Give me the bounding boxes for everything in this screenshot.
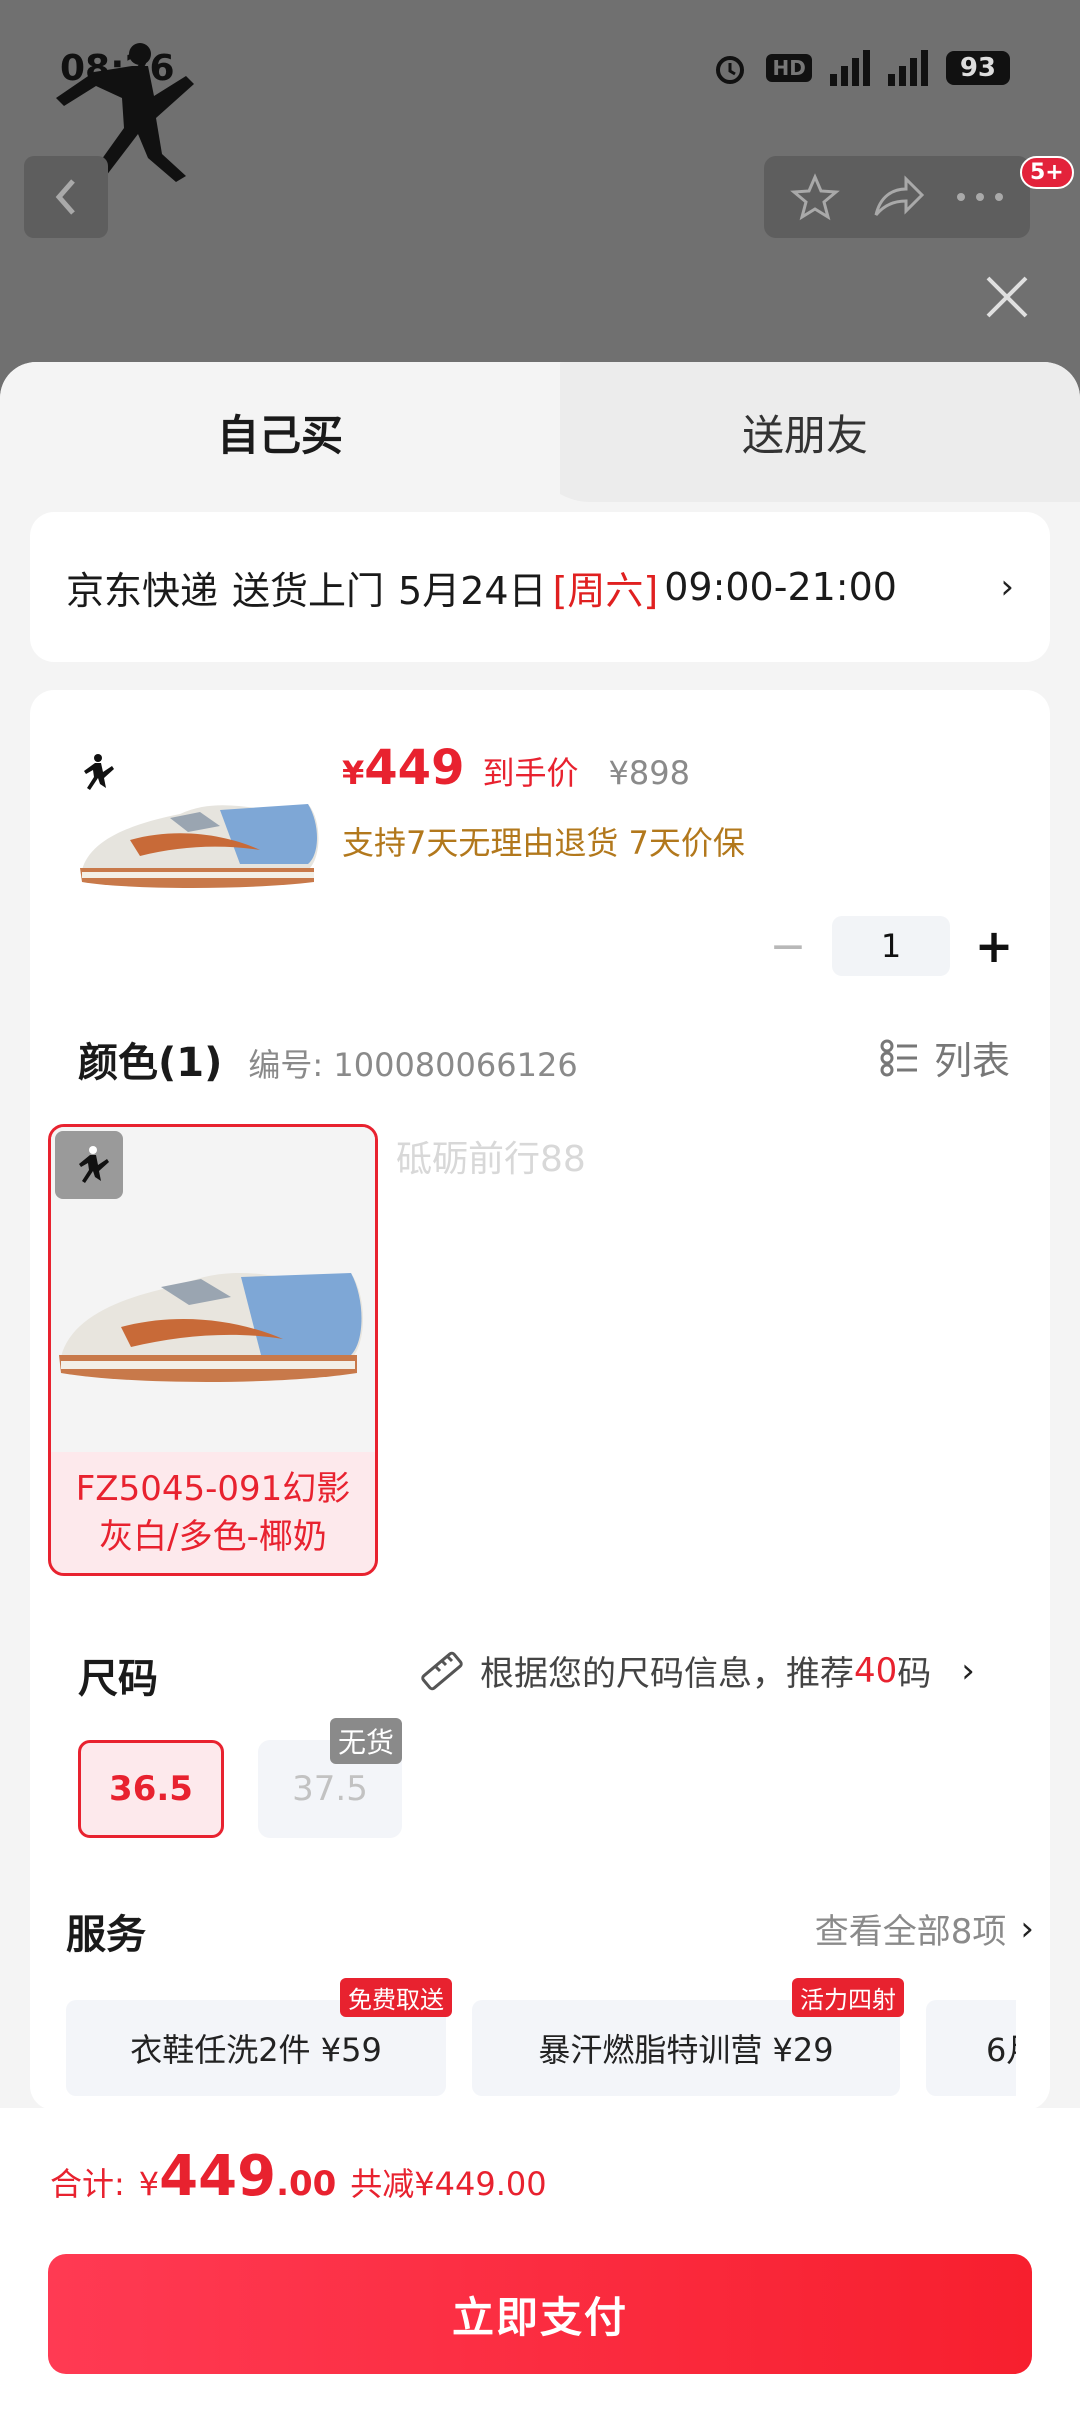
quantity-minus-button[interactable]: − (768, 921, 808, 972)
cart-count-badge: 5+ (1020, 156, 1074, 189)
original-price: ¥898 (608, 754, 690, 792)
total-saved: 共减¥449.00 (350, 2165, 547, 2203)
signal-icon-1 (829, 50, 870, 86)
more-dots-icon[interactable] (955, 191, 1005, 203)
delivery-weekday: [周六] (552, 568, 659, 613)
back-arrow-icon (55, 179, 75, 215)
favorite-star-icon[interactable] (789, 171, 841, 223)
size-rec-prefix: 根据您的尺码信息，推荐 (480, 1654, 854, 1694)
back-button[interactable] (24, 156, 108, 238)
share-icon[interactable] (870, 171, 926, 223)
tab-buy-self[interactable]: 自己买 (0, 362, 560, 502)
list-label: 列表 (933, 1039, 1010, 1083)
color-header: 颜色(1) 编号: 100080066126 (78, 1030, 578, 1088)
sold-out-badge: 无货 (330, 1718, 403, 1764)
chevron-right-icon: › (961, 1650, 975, 1691)
service-item-more[interactable]: 6月 (926, 2000, 1016, 2096)
list-view-toggle[interactable]: 列表 (880, 1030, 1010, 1085)
close-icon[interactable] (980, 270, 1034, 324)
quantity-stepper: − 1 + (768, 916, 1014, 976)
list-icon (880, 1039, 917, 1076)
status-icons: HD 93 (712, 50, 1010, 86)
size-title: 尺码 (78, 1656, 158, 1702)
price-row: ¥449 到手价 ¥898 (342, 740, 690, 796)
color-option-selected[interactable]: FZ5045-091幻影灰白/多色-椰奶 (48, 1124, 378, 1576)
size-option-36-5[interactable]: 36.5 (78, 1740, 224, 1838)
size-recommendation[interactable]: 根据您的尺码信息，推荐 40 码 › (418, 1646, 975, 1695)
alarm-icon (716, 56, 745, 84)
size-rec-suffix: 码 (897, 1654, 932, 1694)
total-decimal: .00 (276, 2164, 337, 2204)
quantity-plus-button[interactable]: + (974, 919, 1014, 973)
size-rec-value: 40 (854, 1650, 898, 1691)
price-note: 到手价 (482, 754, 579, 792)
quantity-input[interactable]: 1 (832, 916, 950, 976)
battery-indicator: 93 (945, 51, 1010, 85)
color-title: 颜色(1) (78, 1040, 223, 1086)
total-row: 合计: ¥ 449 .00 共减¥449.00 (50, 2144, 547, 2209)
service-tag-free-pickup: 免费取送 (340, 1978, 452, 2017)
services-view-all-label: 查看全部8项 (814, 1912, 1007, 1952)
delivery-method: 送货上门 (232, 568, 385, 613)
total-label: 合计: (50, 2165, 125, 2203)
jumpman-mini-icon (55, 1131, 123, 1199)
color-option-image (51, 1127, 375, 1452)
chevron-right-icon: › (1000, 567, 1014, 607)
checkout-footer: 合计: ¥ 449 .00 共减¥449.00 立即支付 (0, 2108, 1080, 2412)
chevron-right-icon: › (1020, 1908, 1034, 1949)
product-thumbnail (80, 754, 319, 888)
tab-send-friend[interactable]: 送朋友 (530, 362, 1080, 502)
hd-badge: HD (766, 54, 812, 82)
top-action-bar (764, 156, 1030, 238)
services-title: 服务 (66, 1912, 146, 1958)
delivery-row[interactable]: 京东快递 送货上门 5月24日 [周六] 09:00-21:00 › (30, 512, 1050, 662)
guarantee-text: 支持7天无理由退货 7天价保 (342, 824, 745, 862)
color-option-label: FZ5045-091幻影灰白/多色-椰奶 (75, 1469, 351, 1557)
signal-icon-2 (887, 50, 928, 86)
delivery-date: 5月24日 (398, 568, 547, 613)
watermark-text: 砥砺前行88 (396, 1139, 586, 1180)
delivery-time: 09:00-21:00 (664, 565, 897, 609)
delivery-carrier: 京东快递 (66, 568, 219, 613)
service-tag-energetic: 活力四射 (792, 1978, 904, 2017)
ruler-icon (421, 1651, 463, 1690)
services-view-all[interactable]: 查看全部8项 › (815, 1904, 1034, 1953)
total-currency: ¥ (138, 2165, 160, 2203)
total-amount: 449 (159, 2144, 277, 2209)
sku-number: 编号: 100080066126 (248, 1046, 578, 1084)
final-price: ¥449 (342, 740, 465, 796)
pay-now-button[interactable]: 立即支付 (48, 2254, 1032, 2374)
